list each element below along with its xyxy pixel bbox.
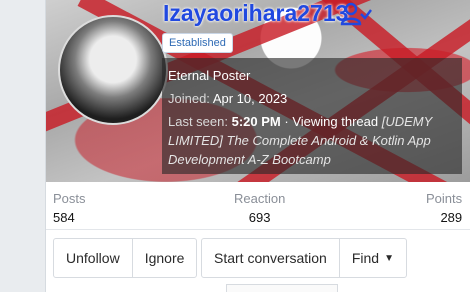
conversation-find-group: Start conversation Find ▼ (201, 238, 407, 278)
member-rank: Eternal Poster (168, 68, 251, 83)
profile-banner: Izayaorihara2713 Established Eternal Pos… (46, 0, 470, 182)
stat-reaction: Reaction 693 (234, 191, 285, 225)
next-card-edge (226, 284, 338, 292)
stat-reaction-value: 693 (248, 210, 271, 225)
member-info-panel: Eternal Poster Joined: Apr 10, 2023 Last… (162, 58, 462, 174)
avatar[interactable] (58, 15, 168, 125)
user-check-icon (340, 2, 372, 26)
ignore-button[interactable]: Ignore (133, 239, 197, 277)
joined-label: Joined: (168, 91, 210, 106)
stat-posts-label: Posts (53, 191, 86, 206)
stat-posts-value: 584 (53, 210, 75, 225)
joined-date: Apr 10, 2023 (212, 91, 288, 106)
find-label: Find (351, 250, 380, 266)
last-seen-label: Last seen: (168, 114, 228, 129)
member-card: Izayaorihara2713 Established Eternal Pos… (45, 0, 470, 292)
stat-posts[interactable]: Posts 584 (53, 191, 86, 225)
user-title-badge: Established (162, 33, 233, 53)
unfollow-button[interactable]: Unfollow (54, 239, 133, 277)
last-seen-row: Last seen: 5:20 PM · Viewing thread [UDE… (168, 112, 456, 169)
follow-ignore-group: Unfollow Ignore (53, 238, 198, 278)
start-conversation-button[interactable]: Start conversation (202, 239, 340, 277)
stat-points-value: 289 (440, 210, 463, 225)
stat-points-label: Points (426, 191, 463, 206)
stat-reaction-label: Reaction (234, 191, 286, 206)
joined-row: Joined: Apr 10, 2023 (168, 89, 456, 108)
last-seen-time: 5:20 PM (231, 114, 281, 129)
caret-down-icon: ▼ (384, 252, 394, 264)
member-stats: Posts 584 Reaction 693 Points 289 (46, 185, 470, 230)
last-seen-activity: · Viewing thread (284, 114, 379, 129)
find-button[interactable]: Find ▼ (340, 239, 406, 277)
stat-points[interactable]: Points 289 (426, 191, 462, 225)
username-link[interactable]: Izayaorihara2713 (163, 0, 348, 27)
